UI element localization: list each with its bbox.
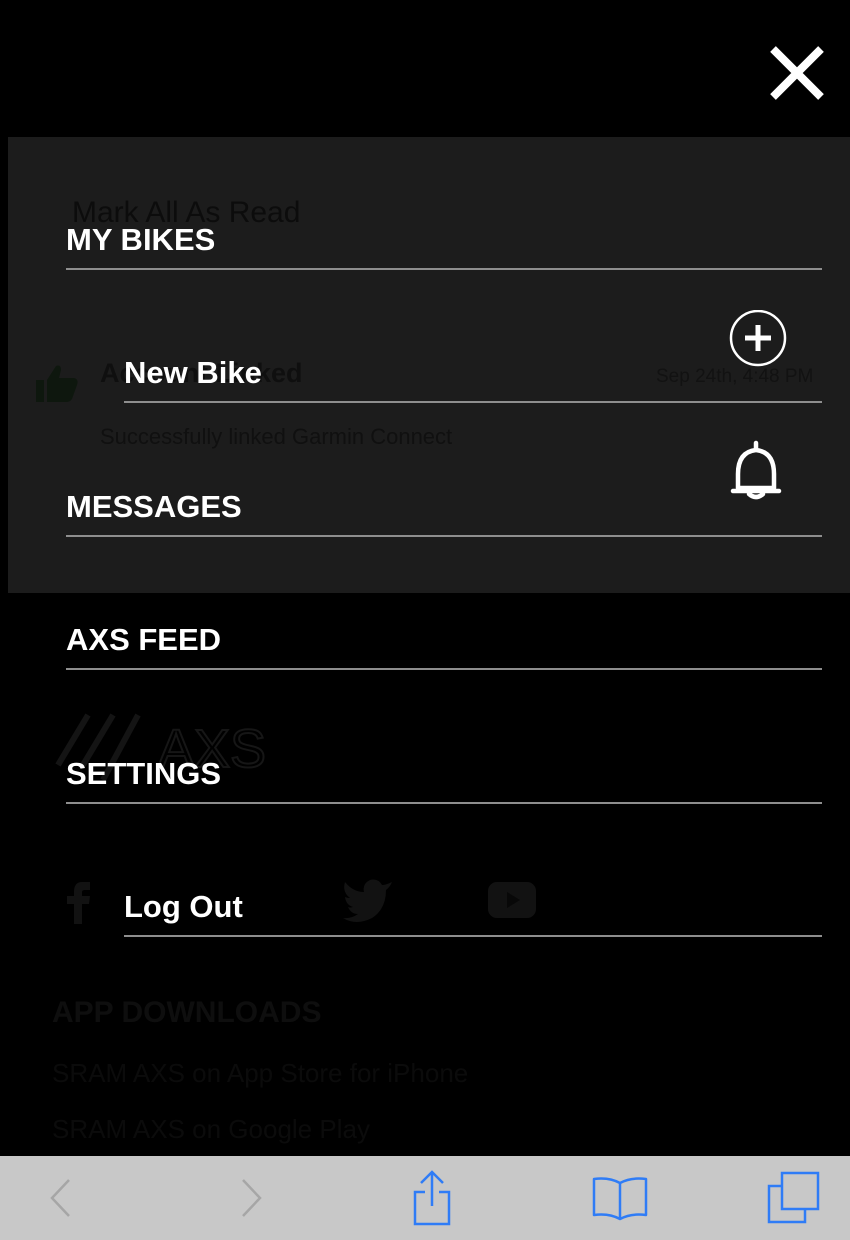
menu-item-messages[interactable]: MESSAGES (66, 489, 822, 539)
google-play-link: SRAM AXS on Google Play (52, 1114, 370, 1144)
menu-item-log-out[interactable]: Log Out (124, 889, 822, 939)
divider (66, 268, 822, 270)
screen: Mark All As Read Account Linked Sep 24th… (0, 0, 850, 1240)
menu-item-label: New Bike (124, 355, 262, 390)
menu-item-axs-feed[interactable]: AXS FEED (66, 622, 822, 672)
menu-item-label: MESSAGES (66, 489, 242, 524)
divider (66, 535, 822, 537)
browser-toolbar (0, 1156, 850, 1240)
divider (66, 802, 822, 804)
tabs-button[interactable] (758, 1156, 828, 1240)
facebook-icon (67, 882, 90, 924)
menu-item-label: SETTINGS (66, 756, 222, 791)
share-button[interactable] (400, 1156, 464, 1240)
notification-body: Successfully linked Garmin Connect (100, 424, 453, 449)
forward-icon (242, 1179, 262, 1217)
add-bike-plus-icon[interactable] (728, 310, 788, 370)
app-downloads-heading: APP DOWNLOADS (52, 996, 322, 1029)
menu-item-label: Log Out (124, 889, 243, 924)
back-icon (50, 1179, 70, 1217)
bookmarks-icon (592, 1177, 648, 1221)
tabs-icon (767, 1171, 820, 1224)
menu-item-label: MY BIKES (66, 222, 216, 257)
close-icon[interactable] (768, 44, 826, 102)
share-icon (413, 1170, 451, 1226)
divider (66, 668, 822, 670)
menu-item-my-bikes[interactable]: MY BIKES (66, 222, 822, 272)
divider (124, 401, 822, 403)
menu-item-new-bike[interactable]: New Bike (124, 355, 822, 405)
forward-button[interactable] (222, 1156, 282, 1240)
menu-item-label: AXS FEED (66, 622, 222, 657)
bookmarks-button[interactable] (580, 1156, 660, 1240)
menu-item-settings[interactable]: SETTINGS (66, 756, 822, 806)
thumbs-up-icon (36, 365, 78, 402)
divider (124, 935, 822, 937)
back-button[interactable] (30, 1156, 90, 1240)
app-store-link: SRAM AXS on App Store for iPhone (52, 1058, 469, 1088)
